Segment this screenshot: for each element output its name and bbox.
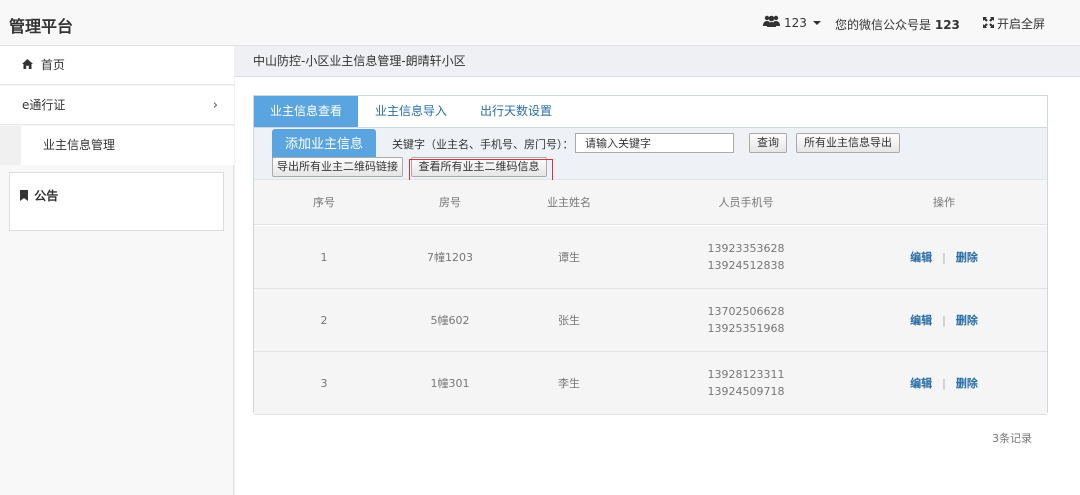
row-name: 张生	[558, 314, 580, 327]
col-room: 房号	[439, 196, 461, 209]
owner-info-panel: 业主信息查看 业主信息导入 出行天数设置 添加业主信息 关键字（业主名、手机号、…	[253, 95, 1048, 415]
row-index: 1	[320, 250, 328, 264]
tab-owner-import[interactable]: 业主信息导入	[365, 96, 457, 127]
edit-link[interactable]: 编辑	[910, 375, 932, 391]
action-separator: |	[942, 250, 946, 264]
tab-bar: 业主信息查看 业主信息导入 出行天数设置	[254, 96, 1047, 128]
row-name: 谭生	[558, 251, 580, 264]
phone-number: 13923353628	[707, 241, 785, 255]
home-icon	[22, 46, 33, 85]
record-count: 3条记录	[992, 432, 1032, 445]
col-index: 序号	[313, 196, 335, 209]
sidebar: 首页 e通行证 › 业主信息管理 公告	[0, 46, 234, 495]
tab-owner-view[interactable]: 业主信息查看	[254, 96, 358, 127]
row-actions: 编辑 | 删除	[860, 352, 1028, 414]
users-icon	[763, 15, 780, 30]
bookmark-icon	[20, 189, 28, 204]
delete-link[interactable]: 删除	[956, 375, 978, 391]
expand-icon	[983, 16, 994, 31]
user-menu-label: 123	[784, 15, 807, 30]
breadcrumb: 中山防控-小区业主信息管理-朗晴轩小区	[235, 46, 1080, 77]
edit-link[interactable]: 编辑	[910, 312, 932, 328]
export-all-owners-button[interactable]: 所有业主信息导出	[796, 133, 900, 153]
table-row: 1 7幢1203 谭生 13923353628 13924512838 编辑 |…	[254, 226, 1047, 289]
table-row: 2 5幢602 张生 13702506628 13925351968 编辑 | …	[254, 289, 1047, 352]
tab-travel-days[interactable]: 出行天数设置	[470, 96, 562, 127]
user-menu[interactable]: 123	[763, 15, 821, 30]
row-phones: 13702506628 13925351968	[632, 289, 860, 351]
keyword-input[interactable]	[575, 133, 734, 153]
notice-box: 公告	[9, 172, 224, 231]
sidebar-item-label: e通行证	[22, 98, 66, 112]
sidebar-item-label: 首页	[40, 58, 65, 72]
phone-number: 13924509718	[707, 384, 785, 398]
fullscreen-label: 开启全屏	[997, 17, 1046, 31]
edit-link[interactable]: 编辑	[910, 249, 932, 265]
row-room: 5幢602	[430, 314, 470, 327]
delete-link[interactable]: 删除	[956, 249, 978, 265]
phone-number: 13928123311	[707, 367, 785, 381]
sidebar-item-home[interactable]: 首页	[0, 46, 234, 85]
row-phones: 13928123311 13924509718	[632, 352, 860, 414]
caret-down-icon	[812, 20, 821, 25]
row-name: 李生	[558, 377, 580, 390]
sidebar-subitem-label: 业主信息管理	[21, 126, 234, 165]
phone-number: 13925351968	[707, 321, 785, 335]
col-name: 业主姓名	[547, 196, 591, 209]
fullscreen-button[interactable]: 开启全屏	[983, 15, 1045, 32]
row-index: 2	[320, 313, 328, 327]
sidebar-subitem-owner-info[interactable]: 业主信息管理	[0, 126, 234, 165]
keyword-label: 关键字（业主名、手机号、房门号）：	[392, 138, 574, 151]
top-header: 管理平台 123 您的微信公众号是 123 开启全屏	[0, 0, 1080, 46]
delete-link[interactable]: 删除	[956, 312, 978, 328]
search-button[interactable]: 查询	[749, 133, 787, 153]
row-room: 7幢1203	[427, 251, 473, 264]
phone-number: 13702506628	[707, 304, 785, 318]
row-actions: 编辑 | 删除	[860, 289, 1028, 351]
row-actions: 编辑 | 删除	[860, 226, 1028, 288]
wechat-prefix: 您的微信公众号是	[835, 18, 932, 32]
wechat-id: 123	[934, 18, 960, 32]
chevron-right-icon: ›	[212, 98, 218, 113]
table-header: 序号 房号 业主姓名 人员手机号 操作	[254, 180, 1047, 225]
phone-number: 13924512838	[707, 258, 785, 272]
notice-label: 公告	[34, 189, 59, 203]
table-row: 3 1幢301 李生 13928123311 13924509718 编辑 | …	[254, 352, 1047, 415]
row-room: 1幢301	[430, 377, 470, 390]
row-index: 3	[320, 376, 328, 390]
export-qr-links-button[interactable]: 导出所有业主二维码链接	[272, 157, 403, 177]
col-phones: 人员手机号	[718, 196, 774, 209]
row-phones: 13923353628 13924512838	[632, 226, 860, 288]
action-separator: |	[942, 313, 946, 327]
main-content: 中山防控-小区业主信息管理-朗晴轩小区 业主信息查看 业主信息导入 出行天数设置…	[235, 46, 1080, 495]
brand-title: 管理平台	[9, 17, 74, 36]
action-separator: |	[942, 376, 946, 390]
sidebar-item-epass[interactable]: e通行证 ›	[0, 86, 234, 125]
toolbar: 添加业主信息 关键字（业主名、手机号、房门号）： 查询 所有业主信息导出 导出所…	[254, 128, 1047, 180]
wechat-account-info: 您的微信公众号是 123	[835, 16, 960, 33]
col-actions: 操作	[933, 196, 955, 209]
